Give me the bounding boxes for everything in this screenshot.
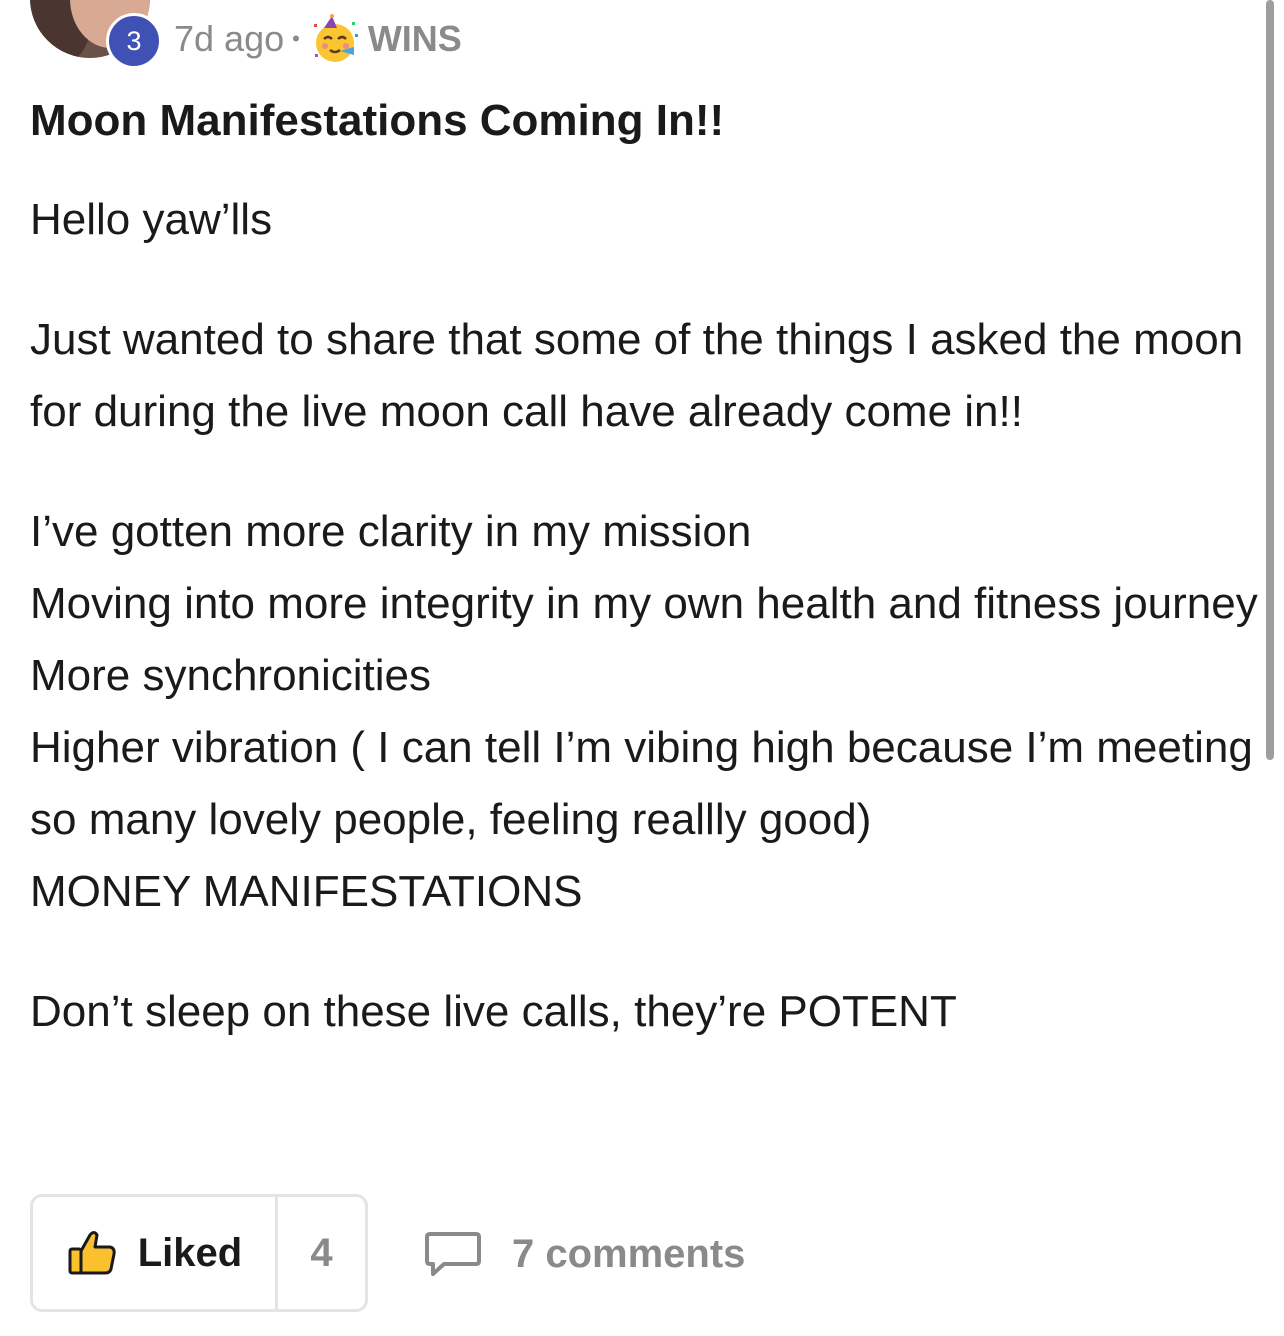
- body-line: Just wanted to share that some of the th…: [30, 315, 1244, 436]
- comments-link[interactable]: 7 comments: [424, 1226, 745, 1282]
- post-meta: 7d ago • WINS: [174, 14, 462, 64]
- level-badge: 3: [106, 13, 162, 69]
- scrollbar[interactable]: [1266, 0, 1274, 760]
- comment-bubble-icon: [425, 1232, 481, 1276]
- category-wins[interactable]: WINS: [368, 18, 462, 60]
- like-count[interactable]: 4: [278, 1197, 365, 1309]
- thumbs-up-icon: [68, 1231, 116, 1275]
- post-body: Hello yaw’lls Just wanted to share that …: [30, 184, 1260, 1048]
- like-control: Liked 4: [30, 1194, 368, 1312]
- body-line: Don’t sleep on these live calls, they’re…: [30, 987, 957, 1036]
- like-label: Liked: [137, 1230, 243, 1275]
- body-line: I’ve gotten more clarity in my mission: [30, 507, 752, 556]
- body-line: Moving into more integrity in my own hea…: [30, 579, 1258, 628]
- body-line: More synchronicities: [30, 651, 432, 700]
- post-title: Moon Manifestations Coming In!!: [30, 96, 725, 145]
- comments-label: 7 comments: [512, 1231, 746, 1276]
- body-line: Higher vibration ( I can tell I’m vibing…: [30, 723, 1253, 844]
- post-time: 7d ago: [174, 18, 285, 59]
- like-button[interactable]: Liked: [33, 1197, 278, 1309]
- meta-separator: •: [292, 26, 300, 51]
- body-line: MONEY MANIFESTATIONS: [30, 867, 583, 916]
- body-line: Hello yaw’lls: [30, 195, 273, 244]
- partying-face-emoji-icon: [313, 14, 358, 62]
